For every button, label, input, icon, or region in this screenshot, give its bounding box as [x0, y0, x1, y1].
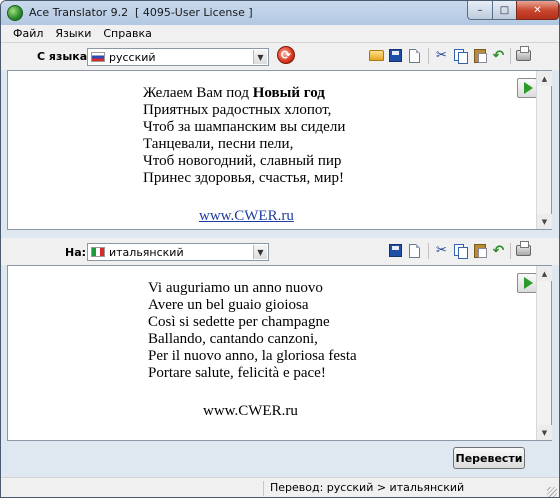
resize-grip-icon[interactable] — [547, 487, 557, 497]
source-scrollbar[interactable]: ▲ ▼ — [536, 71, 552, 229]
target-text: Vi auguriamo un anno nuovo Avere un bel … — [148, 280, 357, 382]
scroll-down-icon[interactable]: ▼ — [537, 425, 552, 440]
clipboard-icon — [473, 48, 487, 63]
play-icon — [523, 277, 533, 289]
target-language-select[interactable]: итальянский ▼ — [87, 243, 269, 261]
copy-button[interactable] — [452, 47, 469, 64]
status-bar: Перевод: русский > итальянский — [1, 477, 559, 497]
source-language-label: С языка: — [37, 50, 92, 63]
toolbar-separator — [510, 243, 511, 259]
open-file-button[interactable] — [368, 47, 385, 64]
target-link-row: www.CWER.ru — [203, 403, 298, 420]
source-line-4: Танцевали, песни пели, — [143, 136, 294, 152]
cut-button[interactable]: ✂ — [433, 242, 450, 259]
save-translation-button[interactable] — [387, 242, 404, 259]
source-text-area[interactable]: Желаем Вам под Новый год Приятных радост… — [7, 70, 552, 230]
cut-button[interactable]: ✂ — [433, 47, 450, 64]
chevron-down-icon[interactable]: ▼ — [253, 245, 267, 259]
copy-icon — [454, 49, 468, 64]
minimize-button[interactable]: – — [467, 1, 493, 20]
status-text: Перевод: русский > итальянский — [263, 481, 543, 496]
document-icon — [409, 243, 420, 258]
target-line-3: Così si sedette per champagne — [148, 314, 330, 330]
source-language-value: русский — [109, 50, 156, 64]
target-line-1: Vi auguriamo un anno nuovo — [148, 280, 323, 296]
source-line-2: Приятных радостных хлопот, — [143, 102, 332, 118]
new-document-button[interactable] — [406, 47, 423, 64]
play-icon — [523, 82, 533, 94]
menu-file[interactable]: Файл — [7, 27, 49, 40]
target-toolbar: На: итальянский ▼ ✂ ↶ — [1, 238, 559, 265]
source-bold-phrase: Новый год — [252, 85, 325, 101]
target-language-value: итальянский — [109, 245, 184, 259]
italy-flag-icon — [91, 247, 105, 257]
scroll-up-icon[interactable]: ▲ — [537, 266, 552, 281]
window-title: Ace Translator 9.2 [ 4095-User License ] — [29, 6, 253, 19]
undo-icon: ↶ — [492, 242, 505, 259]
printer-icon — [516, 241, 531, 256]
menu-help[interactable]: Справка — [97, 27, 157, 40]
russia-flag-icon — [91, 52, 105, 62]
print-button[interactable] — [515, 241, 532, 259]
translate-button[interactable]: Перевести — [453, 447, 525, 469]
save-button[interactable] — [387, 47, 404, 64]
target-link: www.CWER.ru — [203, 403, 298, 419]
target-line-5: Per il nuovo anno, la gloriosa festa — [148, 348, 357, 364]
printer-icon — [516, 46, 531, 61]
close-button[interactable]: ✕ — [516, 1, 559, 20]
target-scrollbar[interactable]: ▲ ▼ — [536, 266, 552, 440]
copy-button[interactable] — [452, 242, 469, 259]
source-line-5: Чтоб новогодний, славный пир — [143, 153, 342, 169]
floppy-icon — [389, 49, 402, 62]
folder-icon — [369, 50, 384, 61]
source-line-3: Чтоб за шампанским вы сидели — [143, 119, 346, 135]
scroll-down-icon[interactable]: ▼ — [537, 214, 552, 229]
source-text: Желаем Вам под Новый год Приятных радост… — [143, 85, 345, 187]
target-line-4: Ballando, cantando canzoni, — [148, 331, 318, 347]
target-line-2: Avere un bel guaio gioiosa — [148, 297, 309, 313]
clipboard-icon — [473, 243, 487, 258]
toolbar-separator — [510, 48, 511, 64]
undo-button[interactable]: ↶ — [490, 47, 507, 64]
source-link-row: www.CWER.ru — [199, 208, 294, 225]
swap-languages-icon[interactable]: ⟳ — [277, 46, 295, 64]
floppy-icon — [389, 244, 402, 257]
document-icon — [409, 48, 420, 63]
target-line-6: Portare salute, felicità e pace! — [148, 365, 326, 381]
speak-target-button[interactable] — [517, 273, 537, 293]
target-text-area[interactable]: Vi auguriamo un anno nuovo Avere un bel … — [7, 265, 552, 441]
source-language-select[interactable]: русский ▼ — [87, 48, 269, 66]
toolbar-separator — [428, 48, 429, 64]
paste-button[interactable] — [471, 47, 488, 64]
toolbar-separator — [428, 243, 429, 259]
speak-source-button[interactable] — [517, 78, 537, 98]
copy-icon — [454, 244, 468, 259]
chevron-down-icon[interactable]: ▼ — [253, 50, 267, 64]
scissors-icon: ✂ — [436, 48, 447, 63]
undo-icon: ↶ — [492, 47, 505, 64]
undo-button[interactable]: ↶ — [490, 242, 507, 259]
maximize-button[interactable]: □ — [492, 1, 517, 20]
target-language-label: На: — [65, 246, 87, 259]
app-logo-icon — [7, 5, 23, 21]
source-toolbar: С языка: русский ▼ ⟳ ✂ ↶ — [1, 43, 559, 70]
app-window: Ace Translator 9.2 [ 4095-User License ]… — [0, 0, 560, 498]
source-line-1: Желаем Вам под — [143, 85, 253, 101]
title-bar: Ace Translator 9.2 [ 4095-User License ]… — [1, 1, 559, 25]
source-link[interactable]: www.CWER.ru — [199, 208, 294, 224]
source-line-6: Принес здоровья, счастья, мир! — [143, 170, 344, 186]
new-document-button[interactable] — [406, 242, 423, 259]
paste-button[interactable] — [471, 242, 488, 259]
scroll-up-icon[interactable]: ▲ — [537, 71, 552, 86]
menu-languages[interactable]: Языки — [49, 27, 97, 40]
scissors-icon: ✂ — [436, 243, 447, 258]
menu-bar: Файл Языки Справка — [1, 25, 559, 43]
print-button[interactable] — [515, 46, 532, 64]
